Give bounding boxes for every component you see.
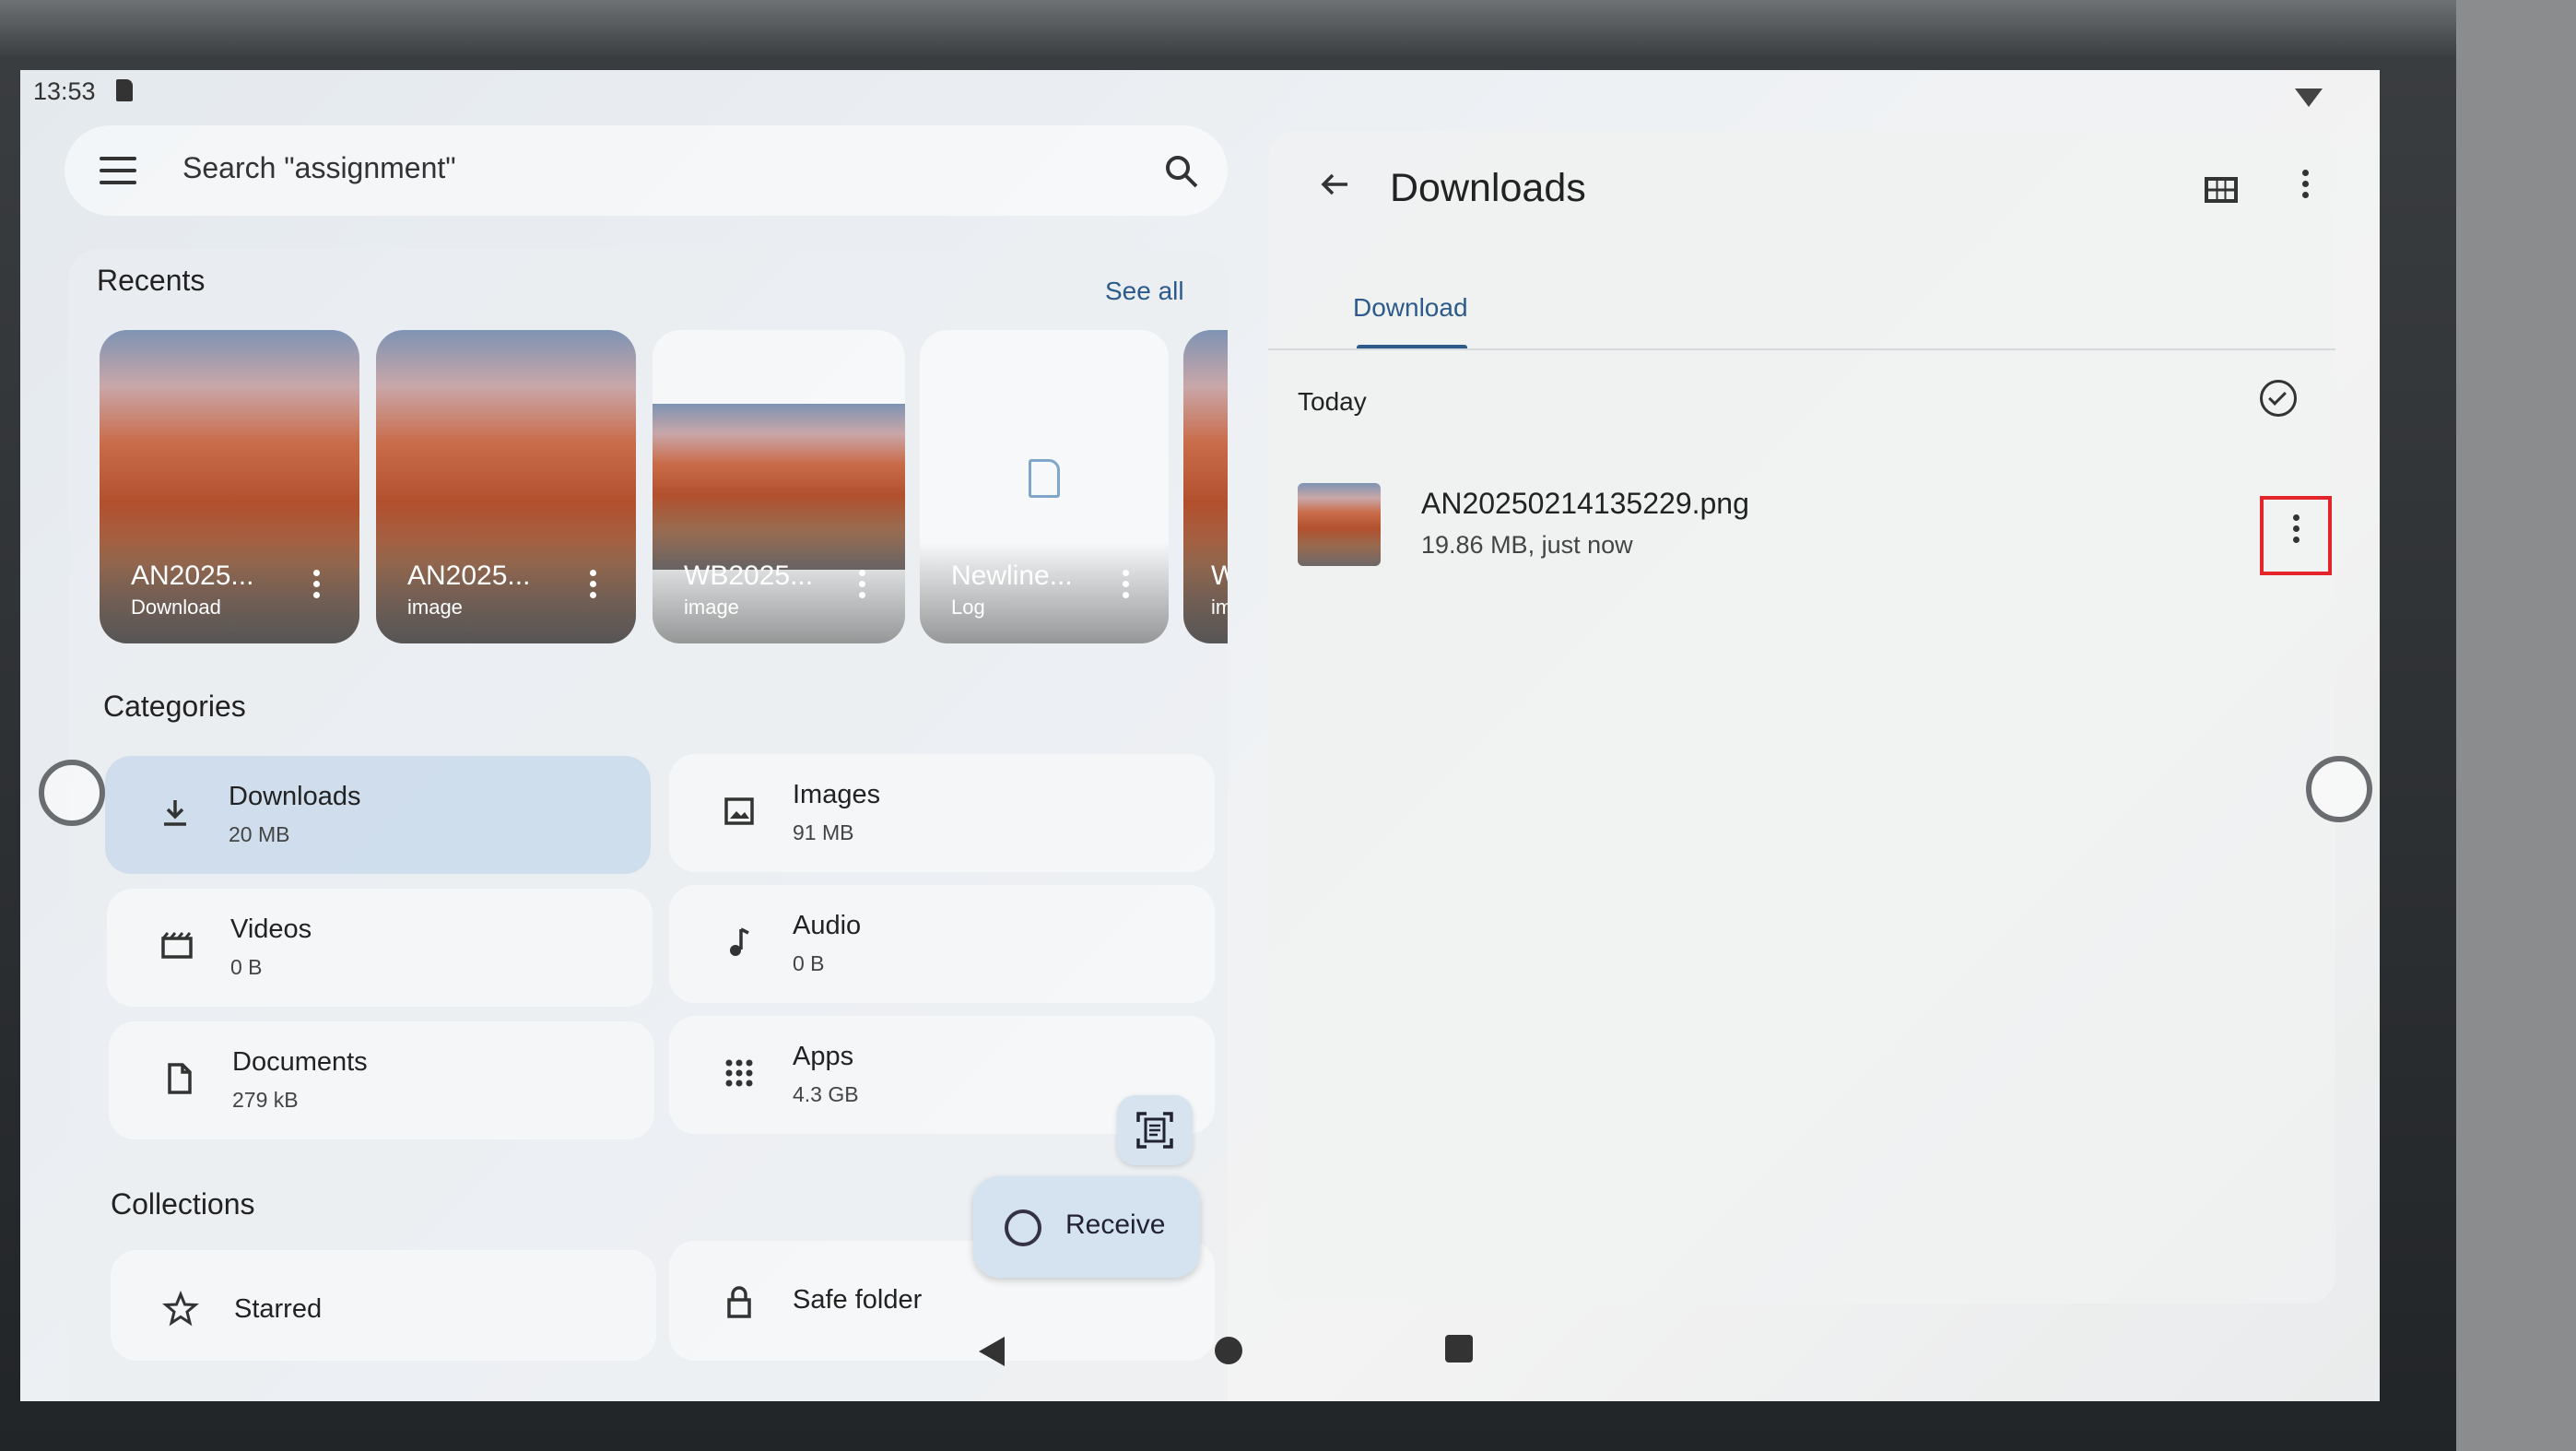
recent-item[interactable]: W im: [1183, 330, 1228, 643]
scan-icon: [1136, 1112, 1173, 1149]
more-options-icon[interactable]: [2302, 170, 2310, 203]
recent-item-source: Log: [951, 596, 985, 619]
category-size: 0 B: [793, 951, 825, 975]
group-label: Today: [1298, 387, 1367, 416]
nav-home-icon[interactable]: [1215, 1337, 1242, 1364]
collection-name: Safe folder: [793, 1285, 923, 1315]
category-audio[interactable]: Audio 0 B: [669, 885, 1215, 1003]
document-icon: [1029, 459, 1060, 498]
category-size: 91 MB: [793, 820, 854, 844]
highlight-box: [2260, 496, 2332, 575]
background-wall: [2456, 0, 2576, 1451]
recent-item-name: Newline...: [951, 560, 1073, 591]
nav-back-icon[interactable]: [979, 1337, 1005, 1366]
recent-item[interactable]: AN2025... image: [376, 330, 636, 643]
collection-name: Starred: [234, 1294, 323, 1324]
more-options-icon[interactable]: [1123, 570, 1130, 603]
category-documents[interactable]: Documents 279 kB: [109, 1021, 654, 1139]
file-thumbnail: [1298, 483, 1381, 566]
category-name: Downloads: [229, 782, 361, 811]
category-downloads[interactable]: Downloads 20 MB: [105, 756, 651, 874]
tab-download[interactable]: Download: [1353, 293, 1468, 323]
category-size: 279 kB: [232, 1088, 299, 1112]
see-all-link[interactable]: See all: [1105, 277, 1184, 306]
recent-item[interactable]: Newline... Log: [920, 330, 1169, 643]
scan-document-button[interactable]: [1117, 1095, 1193, 1165]
category-name: Audio: [793, 911, 862, 940]
recent-item-source: im: [1211, 596, 1228, 619]
downloads-panel: Downloads Download Today AN2025021413522…: [1268, 131, 2335, 1304]
more-options-icon[interactable]: [859, 570, 866, 603]
collections-title: Collections: [111, 1187, 255, 1221]
download-icon: [164, 800, 186, 826]
recent-item-source: image: [684, 596, 739, 619]
resize-handle-right[interactable]: [2306, 756, 2372, 822]
sd-card-icon: [116, 79, 133, 101]
category-size: 0 B: [230, 955, 263, 979]
category-images[interactable]: Images 91 MB: [669, 754, 1215, 872]
back-arrow-icon[interactable]: [1316, 166, 1353, 203]
recent-item-name: AN2025...: [131, 560, 254, 591]
recents-title: Recents: [97, 264, 206, 297]
categories-title: Categories: [103, 690, 246, 723]
wifi-icon: [2295, 88, 2323, 107]
select-all-icon[interactable]: [2260, 380, 2297, 417]
category-name: Apps: [793, 1042, 854, 1071]
category-name: Images: [793, 780, 881, 809]
receive-icon: [1005, 1209, 1041, 1246]
recent-item-source: image: [407, 596, 463, 619]
category-name: Documents: [232, 1047, 368, 1077]
file-list-item[interactable]: AN20250214135229.png 19.86 MB, just now: [1268, 465, 2335, 594]
collection-starred[interactable]: Starred: [111, 1250, 656, 1361]
category-videos[interactable]: Videos 0 B: [107, 889, 653, 1007]
resize-handle-left[interactable]: [39, 760, 105, 826]
tablet-screen: 13:53 Search "assignment" Recents See al…: [20, 70, 2380, 1401]
image-icon: [724, 797, 754, 825]
category-size: 4.3 GB: [793, 1082, 859, 1106]
recent-item[interactable]: AN2025... Download: [100, 330, 359, 643]
recent-item-name: W: [1211, 560, 1228, 591]
search-input[interactable]: Search "assignment": [182, 151, 456, 185]
video-icon: [161, 932, 193, 959]
music-note-icon: [730, 927, 749, 956]
category-name: Videos: [230, 914, 312, 944]
lock-icon: [727, 1286, 751, 1318]
document-icon: [168, 1063, 192, 1094]
file-name: AN20250214135229.png: [1421, 487, 1749, 520]
nav-recents-icon[interactable]: [1445, 1335, 1473, 1363]
apps-grid-icon: [725, 1059, 753, 1087]
star-icon: [162, 1291, 199, 1327]
divider: [1268, 348, 2335, 350]
page-title: Downloads: [1390, 166, 1586, 210]
grid-view-icon[interactable]: [2205, 177, 2238, 203]
recent-item-source: Download: [131, 596, 221, 619]
recent-item-name: WB2025...: [684, 560, 814, 591]
more-options-icon[interactable]: [313, 570, 321, 603]
menu-icon[interactable]: [100, 157, 136, 184]
receive-label: Receive: [1065, 1209, 1166, 1240]
status-time: 13:53: [33, 77, 96, 105]
receive-button[interactable]: Receive: [973, 1176, 1200, 1278]
search-bar[interactable]: Search "assignment": [65, 125, 1228, 216]
file-meta: 19.86 MB, just now: [1421, 531, 1633, 559]
category-size: 20 MB: [229, 822, 290, 846]
recent-item-name: AN2025...: [407, 560, 531, 591]
more-options-icon[interactable]: [590, 570, 597, 603]
recent-item[interactable]: WB2025... image: [653, 330, 905, 643]
search-icon[interactable]: [1163, 153, 1200, 190]
